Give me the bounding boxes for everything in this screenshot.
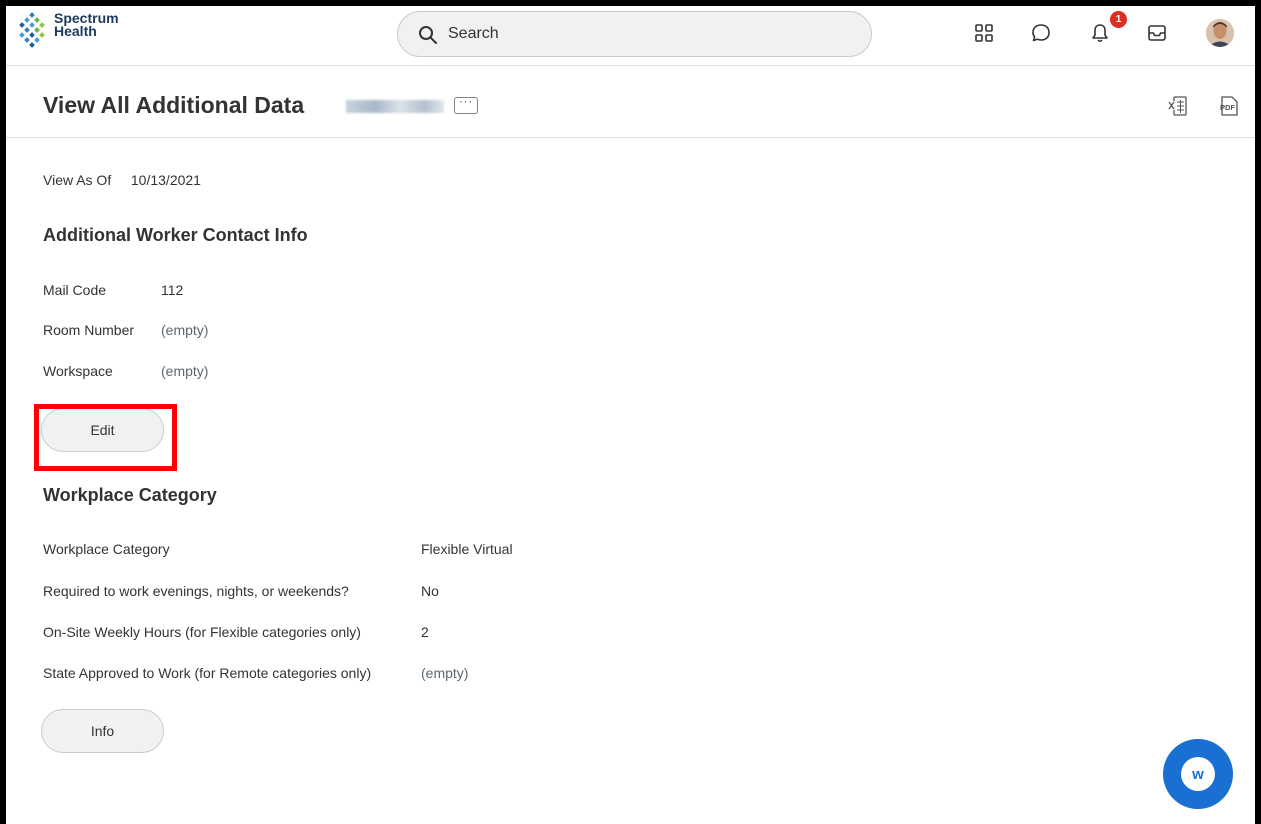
field-value: (empty): [421, 665, 469, 681]
export-to-excel-icon[interactable]: [1168, 95, 1188, 117]
spectrum-health-logo[interactable]: Spectrum Health: [16, 8, 156, 48]
field-room-number: Room Number (empty): [43, 322, 208, 338]
inbox-icon[interactable]: [1146, 22, 1168, 44]
logo-mark-icon: [19, 12, 45, 48]
field-value: 2: [421, 624, 429, 640]
view-as-of-value: 10/13/2021: [130, 172, 201, 188]
field-value: (empty): [161, 322, 209, 338]
field-label: Required to work evenings, nights, or we…: [43, 583, 349, 599]
notifications-bell-icon[interactable]: [1089, 22, 1111, 44]
user-avatar[interactable]: [1206, 19, 1234, 47]
section-title-contact-info: Additional Worker Contact Info: [43, 225, 308, 245]
field-value: 112: [161, 282, 184, 298]
field-mail-code: Mail Code 112: [43, 282, 183, 298]
field-label: Workplace Category: [43, 541, 170, 557]
field-label: Room Number: [43, 322, 135, 338]
logo-line-2: Health: [54, 23, 97, 39]
field-value: No: [421, 583, 439, 599]
related-actions-button[interactable]: ···: [454, 97, 478, 114]
avatar-photo-icon: [1206, 19, 1234, 47]
section-title-workplace-category: Workplace Category: [43, 485, 217, 505]
app-frame: Spectrum Health 1: [6, 6, 1255, 824]
field-value: (empty): [161, 363, 209, 379]
view-as-of-row: View As Of 10/13/2021: [43, 172, 201, 188]
field-label: On-Site Weekly Hours (for Flexible categ…: [43, 624, 361, 640]
export-to-pdf-icon[interactable]: PDF: [1218, 95, 1240, 117]
field-required-evenings-weekends: Required to work evenings, nights, or we…: [43, 583, 439, 599]
view-as-of-label: View As Of: [43, 172, 112, 188]
field-workspace: Workspace (empty): [43, 363, 208, 379]
field-onsite-weekly-hours: On-Site Weekly Hours (for Flexible categ…: [43, 624, 429, 640]
field-workplace-category: Workplace Category Flexible Virtual: [43, 541, 513, 557]
logo-text: Spectrum Health: [54, 11, 119, 39]
page-title: View All Additional Data: [43, 92, 305, 118]
field-label: Mail Code: [43, 282, 107, 298]
page-header: View All Additional Data ··· PDF: [6, 67, 1255, 138]
notification-count-badge: 1: [1110, 11, 1127, 28]
search-input[interactable]: [448, 23, 848, 45]
red-highlight-box: [34, 404, 177, 471]
chat-icon[interactable]: [1030, 22, 1052, 44]
assistant-logo-icon: w: [1181, 757, 1215, 791]
worker-name-redacted[interactable]: [346, 100, 444, 113]
svg-text:PDF: PDF: [1220, 103, 1235, 112]
apps-grid-icon[interactable]: [973, 22, 995, 44]
field-label: Workspace: [43, 363, 113, 379]
info-button[interactable]: Info: [41, 709, 164, 753]
field-value: Flexible Virtual: [421, 541, 513, 557]
field-state-approved-to-work: State Approved to Work (for Remote categ…: [43, 665, 468, 681]
search-icon: [419, 26, 437, 44]
top-bar: Spectrum Health 1: [6, 6, 1255, 66]
field-label: State Approved to Work (for Remote categ…: [43, 665, 372, 681]
search-bar[interactable]: [397, 11, 872, 57]
workday-assistant-button[interactable]: w: [1163, 739, 1233, 809]
